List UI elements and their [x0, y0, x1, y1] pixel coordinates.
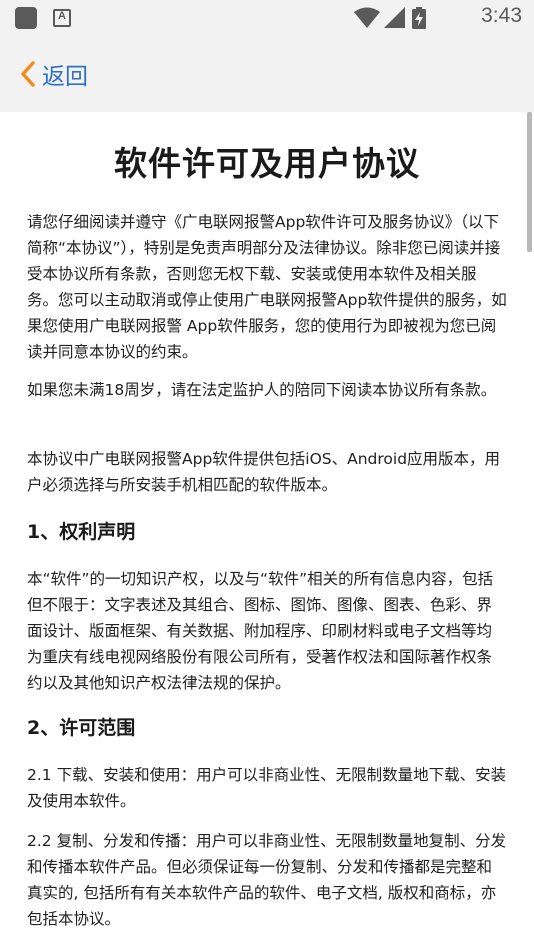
a-badge-icon: A [53, 9, 71, 27]
back-label: 返回 [42, 64, 88, 90]
paragraph-rights: 本“软件”的一切知识产权，以及与“软件”相关的所有信息内容，包括但不限于：文字表… [27, 570, 494, 692]
section-heading-license: 2、许可范围 [27, 717, 136, 739]
battery-charging-icon [412, 7, 426, 29]
app-square-icon [15, 7, 37, 29]
paragraph-platforms: 本协议中广电联网报警App软件提供包括iOS、Android应用版本，用户必须选… [27, 450, 501, 494]
back-button[interactable]: 返回 [20, 56, 88, 92]
section-heading-rights: 1、权利声明 [27, 521, 136, 543]
clock: 3:43 [481, 4, 522, 27]
status-bar: A 3:43 [0, 0, 534, 36]
signal-icon [384, 7, 405, 28]
wifi-icon [354, 7, 380, 28]
paragraph-license-download: 2.1 下载、安装和使用：用户可以非商业性、无限制数量地下载、安装及使用本软件。 [27, 766, 507, 810]
paragraph-intro: 请您仔细阅读并遵守《广电联网报警App软件许可及服务协议》（以下简称“本协议”）… [27, 213, 507, 361]
page-title: 软件许可及用户协议 [114, 144, 420, 183]
a-badge-label: A [58, 10, 66, 22]
chevron-left-icon [21, 61, 35, 87]
status-icons [354, 7, 444, 29]
nav-header: 返回 [0, 36, 534, 112]
agreement-content[interactable]: 软件许可及用户协议 请您仔细阅读并遵守《广电联网报警App软件许可及服务协议》（… [0, 112, 534, 950]
paragraph-age: 如果您未满18周岁，请在法定监护人的陪同下阅读本协议所有条款。 [27, 381, 497, 399]
paragraph-license-copy: 2.2 复制、分发和传播：用户可以非商业性、无限制数量地复制、分发和传播本软件产… [27, 832, 507, 928]
